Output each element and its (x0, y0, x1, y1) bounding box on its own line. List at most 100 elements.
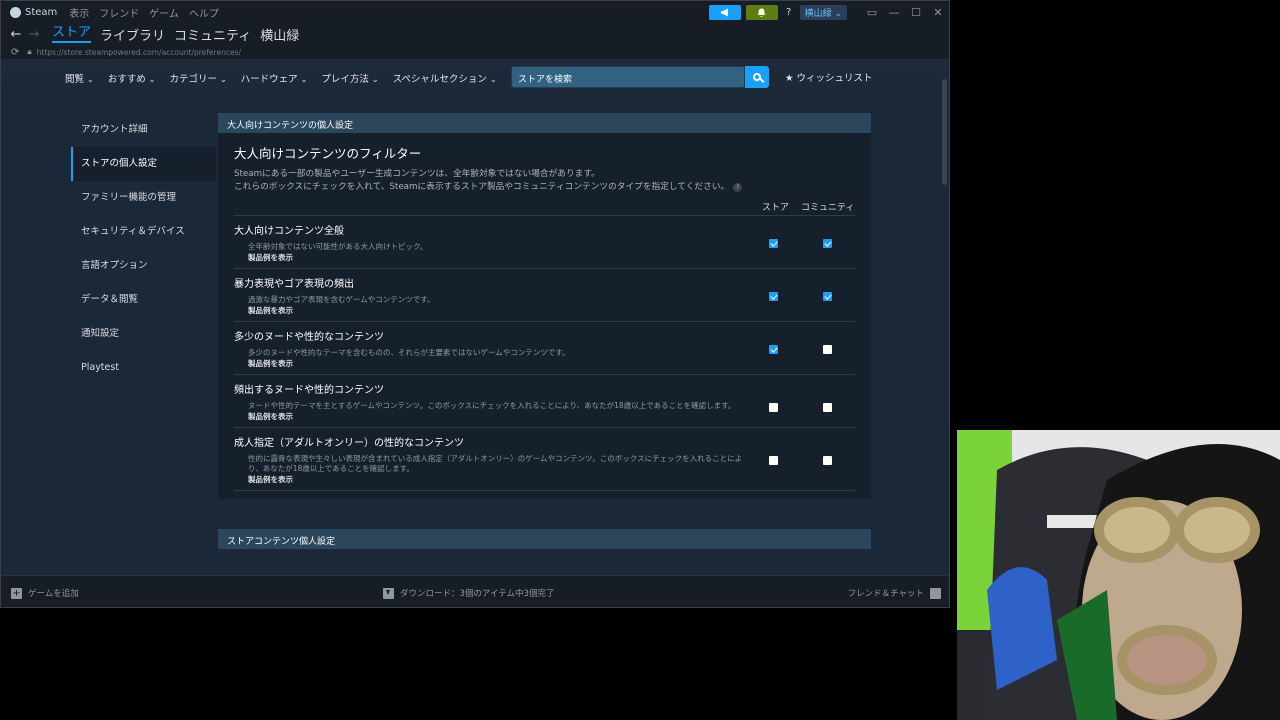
category-row-some-nudity: 多少のヌードや性的なコンテンツ 多少のヌードや性的なテーマを含むものの、それらが… (234, 322, 855, 375)
add-game-button[interactable]: + ゲームを追加 (11, 587, 79, 599)
main-content: 大人向けコンテンツの個人設定 大人向けコンテンツのフィルター Steamにある一… (218, 113, 871, 549)
sidebar-item-data[interactable]: データ＆閲覧 (71, 283, 216, 317)
notifications-button[interactable] (745, 4, 778, 20)
category-row-adult-only: 成人指定（アダルトオンリー）の性的なコンテンツ 性的に露骨な表現や生々しい表現が… (234, 428, 855, 491)
chevron-down-icon: ⌄ (148, 74, 156, 84)
store-menu-special[interactable]: スペシャルセクション ⌄ (393, 71, 497, 85)
plus-icon: + (11, 587, 22, 599)
store-search-input[interactable]: ストアを検索 (511, 66, 745, 88)
community-checkbox[interactable] (823, 403, 832, 412)
category-examples-link[interactable]: 製品例を表示 (248, 474, 855, 485)
url-bar: ⟳ 🔒︎ https://store.steampowered.com/acco… (1, 45, 949, 59)
filter-title: 大人向けコンテンツのフィルター (234, 146, 422, 161)
community-checkbox[interactable] (823, 345, 832, 354)
category-row-frequent-nudity: 頻出するヌードや性的コンテンツ ヌードや性的テーマを主とするゲームやコンテンツ。… (234, 375, 855, 428)
search-button[interactable] (745, 66, 769, 88)
store-menu-browse[interactable]: 閲覧 ⌄ (65, 71, 94, 85)
store-checkbox[interactable] (769, 456, 778, 465)
download-icon (383, 587, 394, 599)
page-scrollbar[interactable] (942, 79, 947, 185)
store-checkbox[interactable] (769, 239, 778, 248)
downloads-status[interactable]: ダウンロード：3個のアイテム中3個完了 (383, 587, 554, 599)
title-bar: Steam 表示 フレンド ゲーム ヘルプ ? 横山緑 ⌄ ▭ — ☐ ✕ (1, 1, 949, 23)
chevron-down-icon: ⌄ (300, 74, 308, 84)
bottom-bar: + ゲームを追加 ダウンロード：3個のアイテム中3個完了 フレンド＆チャット (1, 575, 949, 607)
webcam-overlay (957, 430, 1280, 720)
preferences-sidebar: アカウント詳細 ストアの個人設定 ファミリー機能の管理 セキュリティ＆デバイス … (71, 113, 216, 385)
menu-friends[interactable]: フレンド (99, 5, 139, 20)
category-examples-link[interactable]: 製品例を表示 (248, 252, 855, 263)
wishlist-link[interactable]: ★ ウィッシュリスト (785, 70, 873, 84)
sidebar-item-account[interactable]: アカウント詳細 (71, 113, 216, 147)
store-menu-recommended[interactable]: おすすめ ⌄ (108, 71, 156, 85)
category-description: 全年齢対象ではない可能性がある大人向けトピック。 (248, 242, 428, 251)
sidebar-item-notifications[interactable]: 通知設定 (71, 317, 216, 351)
minimize-button[interactable]: — (883, 6, 905, 19)
column-community: コミュニティ (801, 203, 855, 213)
category-description: ヌードや性的テーマを主とするゲームやコンテンツ。このボックスにチェックを入れるこ… (248, 401, 736, 410)
announcements-button[interactable] (708, 4, 741, 20)
close-button[interactable]: ✕ (927, 6, 949, 19)
sidebar-item-security[interactable]: セキュリティ＆デバイス (71, 215, 216, 249)
mature-content-panel: 大人向けコンテンツのフィルター Steamにある一部の製品やユーザー生成コンテン… (218, 133, 871, 499)
tab-store[interactable]: ストア (52, 25, 92, 43)
category-description: 性的に露骨な表現や生々しい表現が含まれている成人指定（アダルトオンリー）のゲーム… (248, 454, 743, 473)
menu-steam[interactable]: Steam (25, 7, 57, 18)
help-button[interactable]: ? (783, 5, 795, 20)
store-header: 閲覧 ⌄ おすすめ ⌄ カテゴリー ⌄ ハードウェア ⌄ プレイ方法 ⌄ スペシャルセクシ… (1, 59, 949, 97)
sidebar-item-family[interactable]: ファミリー機能の管理 (71, 181, 216, 215)
store-menu-categories[interactable]: カテゴリー ⌄ (169, 71, 226, 85)
navigation-bar: ← → ストア ライブラリ コミュニティ 横山緑 (1, 23, 949, 45)
category-title: 頻出するヌードや性的コンテンツ (234, 385, 384, 396)
community-checkbox[interactable] (823, 292, 832, 301)
section-header-mature: 大人向けコンテンツの個人設定 (218, 113, 871, 133)
reload-icon[interactable]: ⟳ (11, 47, 19, 58)
chevron-down-icon: ⌄ (489, 74, 497, 84)
menu-view[interactable]: 表示 (69, 5, 89, 20)
chat-icon (930, 587, 941, 599)
store-checkbox[interactable] (769, 403, 778, 412)
bell-icon (757, 8, 766, 17)
category-description: 過激な暴力やゴア表現を含むゲームやコンテンツです。 (248, 295, 435, 304)
section-header-store-content: ストアコンテンツ個人設定 (218, 529, 871, 549)
forward-arrow-icon[interactable]: → (25, 27, 43, 42)
column-headers: ストア コミュニティ (234, 198, 855, 216)
store-checkbox[interactable] (769, 292, 778, 301)
maximize-button[interactable]: ☐ (905, 6, 927, 19)
filter-description-2: これらのボックスにチェックを入れて、Steamに表示するストア製品やコミュニティ… (234, 182, 730, 192)
category-title: 多少のヌードや性的なコンテンツ (234, 332, 384, 343)
chevron-down-icon: ⌄ (87, 74, 94, 84)
megaphone-icon (720, 8, 728, 16)
sidebar-item-store-preferences[interactable]: ストアの個人設定 (71, 147, 216, 181)
url-text: https://store.steampowered.com/account/p… (36, 47, 241, 57)
sidebar-item-language[interactable]: 言語オプション (71, 249, 216, 283)
category-title: 成人指定（アダルトオンリー）の性的なコンテンツ (234, 438, 464, 449)
filter-description-2-row: これらのボックスにチェックを入れて、Steamに表示するストア製品やコミュニティ… (234, 181, 855, 194)
menu-help[interactable]: ヘルプ (189, 5, 219, 20)
tab-library[interactable]: ライブラリ (100, 25, 165, 44)
community-checkbox[interactable] (823, 239, 832, 248)
community-checkbox[interactable] (823, 456, 832, 465)
menu-games[interactable]: ゲーム (149, 5, 179, 20)
sidebar-item-playtest[interactable]: Playtest (71, 351, 216, 385)
store-checkbox[interactable] (769, 345, 778, 354)
category-examples-link[interactable]: 製品例を表示 (248, 358, 855, 369)
store-menu-play-style[interactable]: プレイ方法 ⌄ (321, 71, 378, 85)
steam-logo-icon[interactable] (10, 6, 21, 18)
category-description: 多少のヌードや性的なテーマを含むものの、それらが主要素ではないゲームやコンテンツ… (248, 348, 570, 357)
category-examples-link[interactable]: 製品例を表示 (248, 411, 855, 422)
user-menu-button[interactable]: 横山緑 ⌄ (799, 4, 847, 20)
tab-community[interactable]: コミュニティ (174, 25, 251, 44)
back-arrow-icon[interactable]: ← (7, 27, 25, 42)
help-icon[interactable]: ? (733, 183, 743, 192)
chevron-down-icon: ⌄ (371, 74, 379, 84)
category-examples-link[interactable]: 製品例を表示 (248, 305, 855, 316)
big-picture-icon[interactable]: ▭ (861, 6, 883, 19)
lock-icon: 🔒︎ (27, 47, 32, 56)
store-menu-hardware[interactable]: ハードウェア ⌄ (241, 71, 308, 85)
category-title: 暴力表現やゴア表現の頻出 (234, 279, 354, 290)
friends-chat-button[interactable]: フレンド＆チャット (848, 587, 941, 599)
chevron-down-icon: ⌄ (219, 74, 227, 84)
search-icon (753, 73, 761, 81)
tab-profile[interactable]: 横山緑 (260, 25, 299, 44)
